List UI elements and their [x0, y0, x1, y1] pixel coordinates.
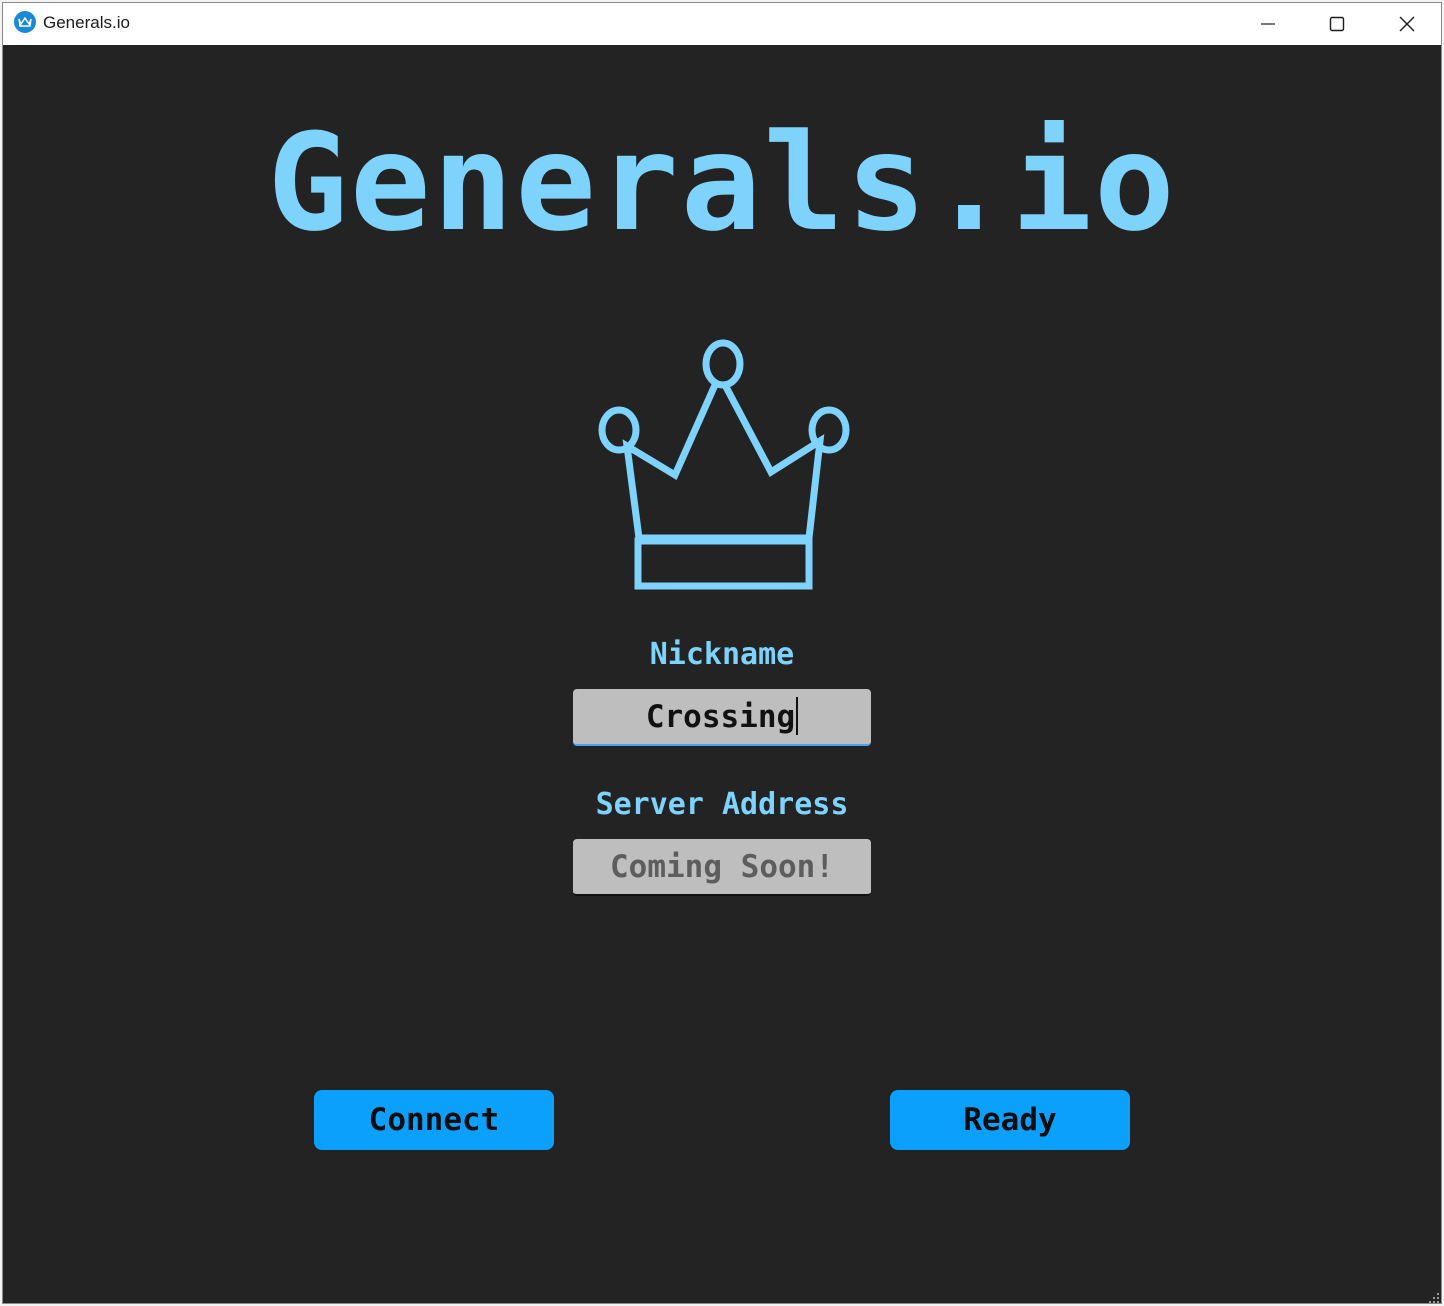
resize-grip-icon[interactable] — [1429, 1293, 1439, 1303]
nickname-input[interactable]: Crossing — [573, 689, 871, 746]
nickname-value: Crossing — [645, 699, 796, 735]
maximize-icon — [1329, 16, 1345, 32]
maximize-button[interactable] — [1302, 3, 1372, 45]
server-address-input[interactable]: Coming Soon! — [573, 839, 871, 896]
minimize-icon — [1261, 23, 1275, 25]
close-icon — [1399, 16, 1415, 32]
crown-app-icon — [14, 11, 36, 33]
game-title: Generals.io — [267, 105, 1177, 261]
connect-button[interactable]: Connect — [314, 1090, 554, 1150]
main-content: Generals.io Nickname Crossing Server Add… — [3, 45, 1441, 1303]
ready-button[interactable]: Ready — [890, 1090, 1130, 1150]
crown-icon — [598, 339, 850, 590]
nickname-label: Nickname — [649, 637, 795, 672]
server-address-label: Server Address — [595, 787, 849, 822]
title-bar[interactable]: Generals.io — [3, 3, 1441, 45]
app-window: Generals.io Generals.io Nickname Crossin… — [2, 2, 1442, 1304]
window-title: Generals.io — [43, 13, 130, 32]
text-caret — [796, 696, 799, 735]
minimize-button[interactable] — [1233, 3, 1303, 45]
close-button[interactable] — [1372, 3, 1441, 45]
